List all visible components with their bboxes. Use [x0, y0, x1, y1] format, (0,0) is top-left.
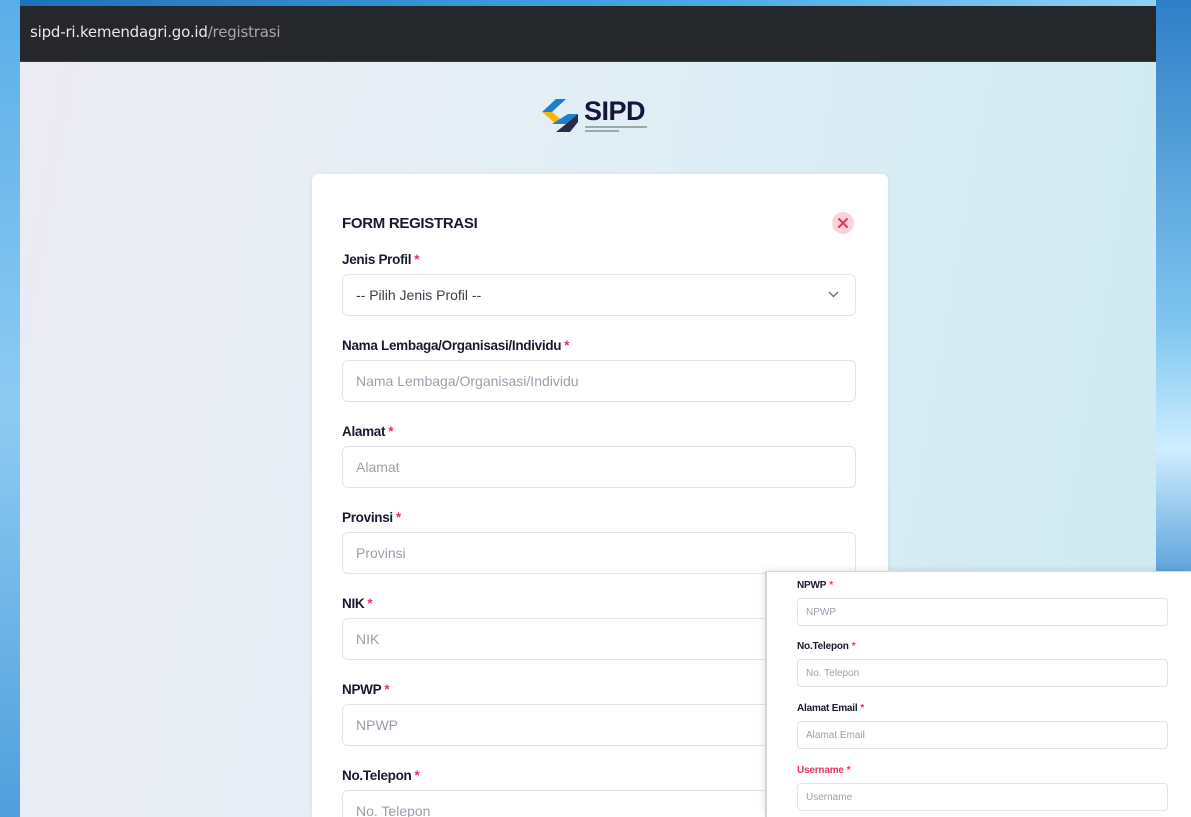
provinsi-label: Provinsi *	[342, 510, 401, 525]
nik-label: NIK *	[342, 596, 373, 611]
jenis-profil-select-value: -- Pilih Jenis Profil --	[356, 287, 482, 303]
url-text[interactable]: sipd-ri.kemendagri.go.id/registrasi	[30, 23, 281, 41]
alamat-input[interactable]: Alamat	[342, 446, 856, 488]
telepon-label: No.Telepon *	[342, 768, 420, 783]
address-bar[interactable]: sipd-ri.kemendagri.go.id/registrasi	[20, 6, 1156, 62]
jenis-profil-label: Jenis Profil *	[342, 252, 420, 267]
close-button[interactable]	[832, 212, 854, 234]
logo-subtitle-lines	[585, 126, 655, 132]
inset-npwp-input[interactable]: NPWP	[797, 598, 1168, 626]
inset-email-label: Alamat Email *	[797, 703, 865, 714]
desktop-background-left	[0, 0, 20, 817]
nama-input[interactable]: Nama Lembaga/Organisasi/Individu	[342, 360, 856, 402]
nama-label: Nama Lembaga/Organisasi/Individu *	[342, 338, 570, 353]
inset-username-input[interactable]: Username	[797, 783, 1168, 811]
chevron-down-icon	[828, 291, 839, 298]
inset-npwp-label: NPWP *	[797, 580, 833, 591]
close-icon	[838, 218, 848, 228]
inset-telepon-input[interactable]: No. Telepon	[797, 659, 1168, 687]
logo-text: SIPD	[584, 96, 646, 126]
form-title: FORM REGISTRASI	[342, 215, 478, 232]
sipd-logo-mark-icon	[542, 99, 578, 132]
sipd-logo: SIPD	[540, 94, 680, 138]
inset-username-label: Username *	[797, 765, 851, 776]
jenis-profil-select[interactable]: -- Pilih Jenis Profil --	[342, 274, 856, 316]
url-host: sipd-ri.kemendagri.go.id	[30, 23, 208, 41]
inset-telepon-label: No.Telepon *	[797, 641, 856, 652]
npwp-label: NPWP *	[342, 682, 390, 697]
alamat-label: Alamat *	[342, 424, 394, 439]
url-path: /registrasi	[207, 23, 281, 41]
provinsi-input[interactable]: Provinsi	[342, 532, 856, 574]
inset-email-input[interactable]: Alamat Email	[797, 721, 1168, 749]
inset-form-screenshot: NPWP * NPWP No.Telepon * No. Telepon Alama…	[765, 571, 1191, 817]
